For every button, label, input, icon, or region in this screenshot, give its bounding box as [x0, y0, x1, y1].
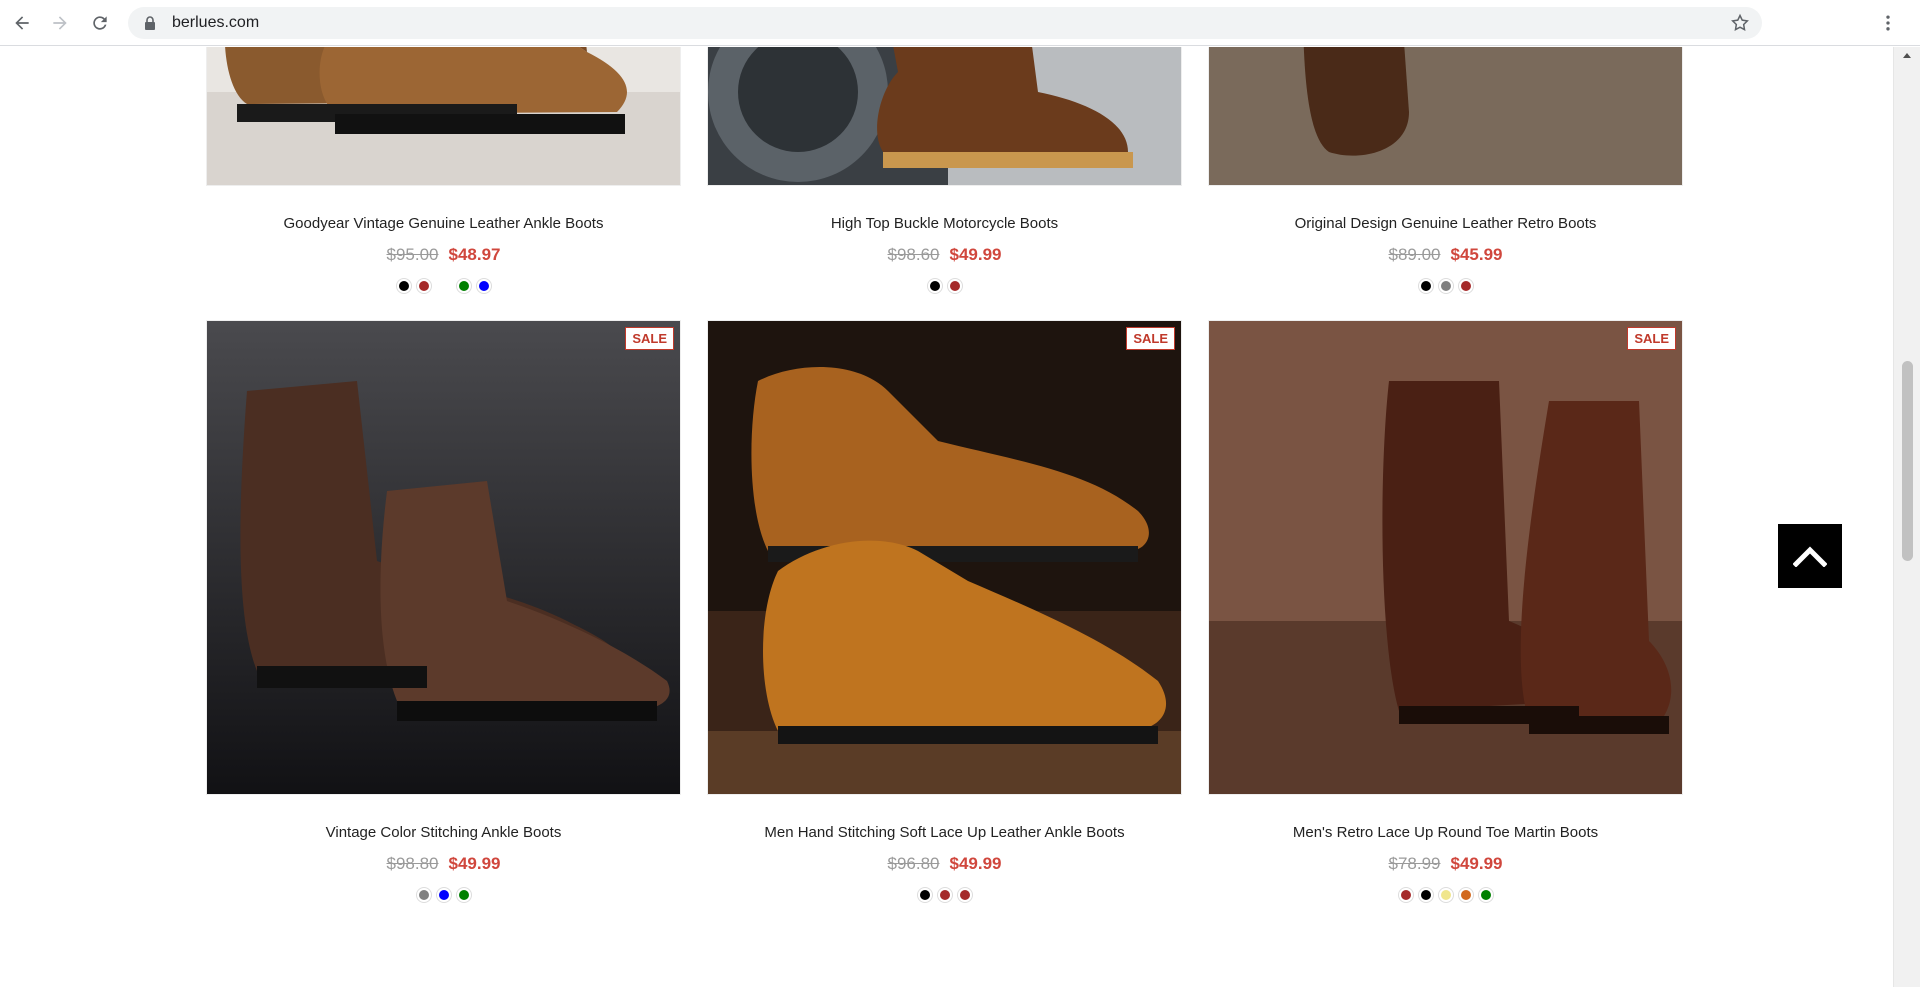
back-arrow-icon[interactable] [10, 11, 34, 35]
color-swatches [206, 277, 681, 295]
sale-badge: SALE [625, 327, 674, 350]
color-swatch[interactable] [937, 887, 952, 902]
product-title[interactable]: High Top Buckle Motorcycle Boots [707, 215, 1182, 232]
sale-badge: SALE [1627, 327, 1676, 350]
url-text: berlues.com [172, 14, 260, 31]
bookmark-star-icon[interactable] [1730, 13, 1750, 33]
color-swatch[interactable] [416, 278, 431, 293]
color-swatch[interactable] [456, 887, 471, 902]
color-swatch[interactable] [416, 887, 431, 902]
back-to-top-button[interactable] [1778, 524, 1842, 588]
product-price: $95.00 $48.97 [206, 245, 681, 265]
color-swatch[interactable] [1398, 887, 1413, 902]
product-title[interactable]: Vintage Color Stitching Ankle Boots [206, 824, 681, 841]
color-swatch[interactable] [1418, 278, 1433, 293]
product-price: $78.99 $49.99 [1208, 854, 1683, 874]
original-price: $95.00 [386, 245, 439, 264]
original-price: $96.80 [887, 854, 940, 873]
color-swatches [707, 886, 1182, 904]
product-price: $89.00 $45.99 [1208, 245, 1683, 265]
reload-icon[interactable] [88, 11, 112, 35]
original-price: $98.80 [386, 854, 439, 873]
color-swatch[interactable] [456, 278, 471, 293]
page-viewport: Goodyear Vintage Genuine Leather Ankle B… [0, 47, 1893, 987]
color-swatch [437, 279, 451, 293]
product-title[interactable]: Original Design Genuine Leather Retro Bo… [1208, 215, 1683, 232]
color-swatch[interactable] [396, 278, 411, 293]
product-image[interactable] [1208, 47, 1683, 186]
product-image[interactable]: SALE [707, 320, 1182, 795]
color-swatch[interactable] [1458, 278, 1473, 293]
color-swatch[interactable] [1418, 887, 1433, 902]
chevron-up-icon [1793, 546, 1827, 567]
product-title[interactable]: Men's Retro Lace Up Round Toe Martin Boo… [1208, 824, 1683, 841]
color-swatch[interactable] [957, 887, 972, 902]
color-swatches [707, 277, 1182, 295]
color-swatch[interactable] [927, 278, 942, 293]
sale-price: $49.99 [1450, 854, 1503, 873]
scrollbar-thumb[interactable] [1902, 361, 1913, 561]
lock-icon [145, 16, 155, 30]
browser-toolbar: berlues.com [0, 0, 1920, 46]
sale-badge: SALE [1126, 327, 1175, 350]
product-image[interactable]: SALE [1208, 320, 1683, 795]
page-scrollbar[interactable] [1893, 47, 1920, 987]
product-price: $96.80 $49.99 [707, 854, 1182, 874]
original-price: $98.60 [887, 245, 940, 264]
kebab-menu-icon[interactable] [1876, 11, 1900, 35]
color-swatches [1208, 886, 1683, 904]
product-title[interactable]: Men Hand Stitching Soft Lace Up Leather … [707, 824, 1182, 841]
address-bar[interactable]: berlues.com [128, 7, 1762, 39]
product-title[interactable]: Goodyear Vintage Genuine Leather Ankle B… [206, 215, 681, 232]
color-swatch[interactable] [947, 278, 962, 293]
original-price: $78.99 [1388, 854, 1441, 873]
sale-price: $48.97 [448, 245, 501, 264]
color-swatch[interactable] [436, 887, 451, 902]
original-price: $89.00 [1388, 245, 1441, 264]
forward-arrow-icon[interactable] [48, 11, 72, 35]
product-image[interactable] [707, 47, 1182, 186]
product-price: $98.60 $49.99 [707, 245, 1182, 265]
sale-price: $45.99 [1450, 245, 1503, 264]
product-image[interactable] [206, 47, 681, 186]
product-image[interactable]: SALE [206, 320, 681, 795]
color-swatch[interactable] [917, 887, 932, 902]
color-swatches [1208, 277, 1683, 295]
color-swatch[interactable] [1438, 887, 1453, 902]
sale-price: $49.99 [448, 854, 501, 873]
color-swatch[interactable] [1478, 887, 1493, 902]
product-price: $98.80 $49.99 [206, 854, 681, 874]
scroll-up-arrow-icon[interactable] [1903, 53, 1911, 58]
color-swatches [206, 886, 681, 904]
color-swatch[interactable] [1458, 887, 1473, 902]
sale-price: $49.99 [949, 245, 1002, 264]
sale-price: $49.99 [949, 854, 1002, 873]
color-swatch[interactable] [1438, 278, 1453, 293]
color-swatch[interactable] [476, 278, 491, 293]
